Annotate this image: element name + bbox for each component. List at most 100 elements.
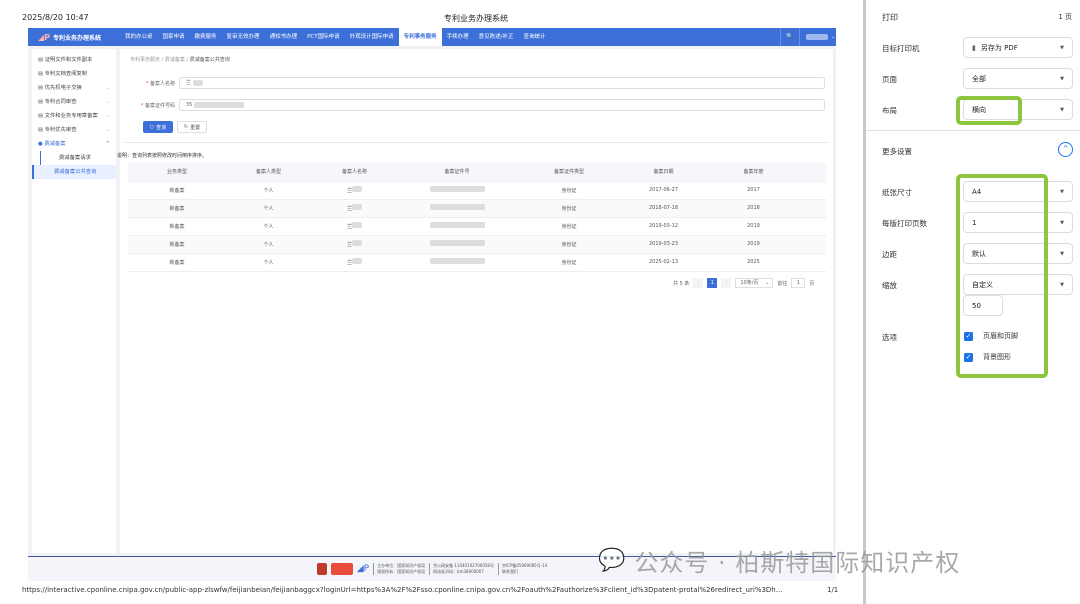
query-button[interactable]: ○ 查询 <box>143 121 173 133</box>
chevron-up-icon[interactable]: ^ <box>1058 142 1073 157</box>
nav-item[interactable]: PCT国际申请 <box>302 28 345 46</box>
note: 说明：查询列表按照修改时间倒序排序。 <box>117 153 208 159</box>
list-icon: ▤ <box>38 127 45 133</box>
chevron-down-icon: ⌄ <box>831 34 836 40</box>
chevron-down-icon: ⌄ <box>105 99 110 105</box>
table-cell: 2025-02-13 <box>622 253 705 272</box>
chevron-down-icon: ⌄ <box>105 85 110 91</box>
next-page-button[interactable]: › <box>721 278 732 288</box>
chevron-down-icon: ▼ <box>1060 219 1064 226</box>
chevron-up-icon: ^ <box>105 141 110 147</box>
chevron-down-icon: ▼ <box>1060 281 1064 288</box>
redacted <box>193 80 204 86</box>
redacted <box>352 240 362 246</box>
table-cell <box>802 181 826 200</box>
nav-item[interactable]: 手续办理 <box>442 28 474 46</box>
nav-item[interactable]: 通知书办理 <box>265 28 303 46</box>
table-cell: 2019-03-23 <box>622 235 705 254</box>
preview-scrollbar[interactable] <box>838 0 866 604</box>
sidebar-item[interactable]: ▤ 专利优先审查 ⌄ <box>32 123 116 137</box>
table-cell: 兰 <box>311 181 398 200</box>
more-settings-label[interactable]: 更多设置 <box>882 146 912 157</box>
nav-item[interactable]: 我的办公桌 <box>120 28 158 46</box>
redacted <box>352 204 362 210</box>
sidebar-item-label: 费减备案 <box>44 141 66 147</box>
logo[interactable]: ◢P 专利业务办理系统 <box>28 33 120 42</box>
sidebar-subitem[interactable]: 费减备案请求 <box>40 151 116 165</box>
print-settings-panel: 打印 1 页 目标打印机 ▮ 另存为 PDF ▼ 页面 全部 ▼ 布局 横向 ▼ 更多设… <box>866 0 1080 604</box>
nav-item[interactable]: 国家申请 <box>158 28 190 46</box>
file-icon: ▮ <box>972 43 976 52</box>
refresh-icon: ↻ <box>183 124 189 130</box>
logo-icon: ◢P <box>38 32 51 42</box>
print-datetime: 2025/8/20 10:47 <box>22 13 89 22</box>
pagination: 共 5 条 ‹ 1 › 10条/页 ⌄ 前往 1 页 <box>673 278 814 288</box>
table-cell <box>802 235 826 254</box>
nav-item[interactable]: 查询统计 <box>519 28 551 46</box>
redacted <box>429 186 485 192</box>
sidebar-item-label: 文件和业务专用章备案 <box>44 113 98 119</box>
nav-item[interactable]: 意见陈述/补正 <box>474 28 519 46</box>
search-icon: ○ <box>149 124 155 130</box>
redacted <box>352 222 362 228</box>
reset-button[interactable]: ↻ 重置 <box>177 121 207 133</box>
nav-item[interactable]: 复审无效办理 <box>222 28 265 46</box>
chevron-down-icon: ▼ <box>1060 44 1064 51</box>
sidebar-item-label: 专利优先审查 <box>44 127 77 133</box>
breadcrumb-item[interactable]: 专利事务服务 <box>130 57 160 63</box>
breadcrumb-item[interactable]: 费减备案 <box>165 57 185 63</box>
sidebar-item[interactable]: ▤ 专利合同审查 ⌄ <box>32 95 116 109</box>
pages-select[interactable]: 全部 ▼ <box>963 68 1073 89</box>
user-menu[interactable]: ⌄ <box>800 34 836 40</box>
page-size-select[interactable]: 10条/页 ⌄ <box>735 278 774 288</box>
total-count: 共 5 条 <box>673 280 690 287</box>
table-cell: 兰 <box>311 199 398 218</box>
page-button[interactable]: 1 <box>707 278 718 288</box>
print-title: 打印 <box>882 13 898 22</box>
table-cell: 新备案 <box>128 181 226 200</box>
table-cell: 新备案 <box>128 217 226 236</box>
sidebar-item[interactable]: ▤ 专利文档查阅复制 <box>32 67 116 81</box>
sidebar-subitem-selected[interactable]: 费减备案公共查询 <box>32 165 116 179</box>
doc-icon: ▤ <box>38 71 45 77</box>
name-input[interactable]: 兰 <box>179 77 825 89</box>
wechat-icon: 💬 <box>598 548 627 573</box>
goto-input[interactable]: 1 <box>791 278 806 288</box>
chevron-down-icon: ⌄ <box>105 127 110 133</box>
sidebar-item[interactable]: ▤ 文件和业务专用章备案 ⌄ <box>32 109 116 123</box>
table-row: 新备案 个人兰 身份证 2025-02-13 2025 <box>128 253 826 272</box>
footer-contact[interactable]: 联系我们 <box>502 569 547 575</box>
table-cell: 身份证 <box>516 235 622 254</box>
sidebar-item-label: 专利合同审查 <box>44 99 77 105</box>
sidebar-item[interactable]: ▤ 优先权电子交换 ⌄ <box>32 81 116 95</box>
sidebar-item-label: 证明文件和文件副本 <box>44 57 93 63</box>
nav-item[interactable]: 缴费服务 <box>190 28 222 46</box>
table-cell: 个人 <box>226 235 311 254</box>
prev-page-button[interactable]: ‹ <box>693 278 704 288</box>
table-cell: 新备案 <box>128 199 226 218</box>
nav-item[interactable]: 外观设计国际申请 <box>345 28 399 46</box>
column-header: 业务类型 <box>128 163 226 182</box>
id-input[interactable]: 35 <box>179 99 825 111</box>
column-header-empty <box>802 163 826 182</box>
table-cell: 2019 <box>705 235 802 254</box>
table-cell: 身份证 <box>516 199 622 218</box>
table-cell: 2019-03-12 <box>622 217 705 236</box>
page-unit: 页 <box>809 280 815 287</box>
table-cell: 新备案 <box>128 235 226 254</box>
search-icon[interactable]: 🔍 <box>780 28 800 46</box>
gov-site-logo <box>330 563 353 575</box>
column-header: 备案证件号 <box>398 163 516 182</box>
table-row: 新备案 个人兰 身份证 2019-03-23 2019 <box>128 235 826 254</box>
layout-label: 布局 <box>882 106 897 115</box>
chevron-down-icon: ⌄ <box>105 113 110 119</box>
destination-select[interactable]: ▮ 另存为 PDF ▼ <box>963 37 1073 58</box>
margins-label: 边距 <box>882 250 897 259</box>
table-cell: 2017 <box>705 181 802 200</box>
sidebar-item[interactable]: ▤ 证明文件和文件副本 <box>32 53 116 67</box>
doc-icon: ▤ <box>38 113 45 119</box>
table-cell: 2019 <box>705 217 802 236</box>
table-cell: 兰 <box>311 217 398 236</box>
sidebar-item-fee-reduction[interactable]: ● 费减备案 ^ <box>32 137 116 151</box>
nav-item-active[interactable]: 专利事务服务 <box>398 28 442 46</box>
